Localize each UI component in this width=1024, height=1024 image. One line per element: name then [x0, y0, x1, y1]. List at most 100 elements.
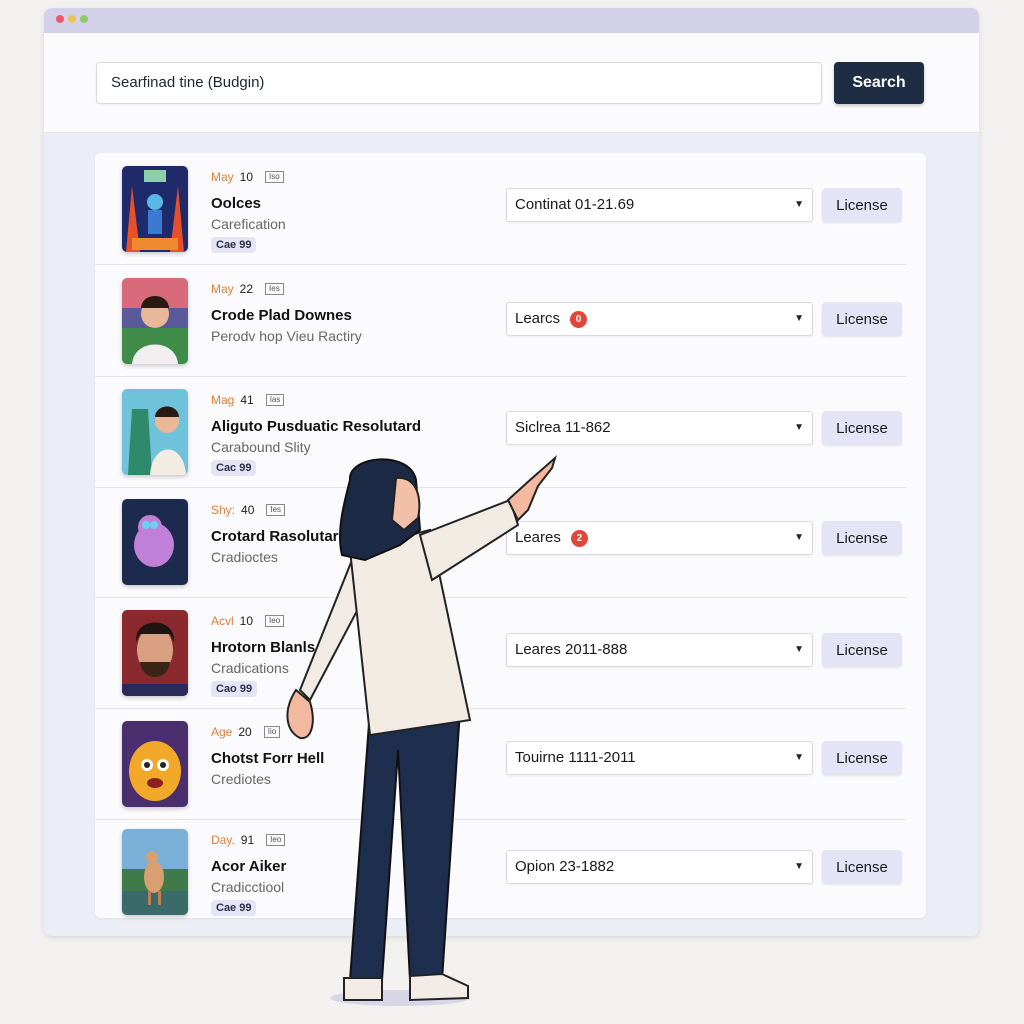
item-meta: Acvl 10 Ieo [211, 614, 285, 628]
item-day: 20 [238, 725, 252, 739]
chevron-down-icon: ▼ [794, 644, 804, 655]
license-option-select[interactable]: Leares 2011-888 ▼ [506, 633, 813, 667]
license-option-select[interactable]: Opion 23-1882 ▼ [506, 850, 813, 884]
license-button[interactable]: License [822, 850, 902, 884]
item-thumbnail-bearded-man[interactable] [122, 610, 188, 696]
item-month: Age [211, 725, 233, 739]
item-tag-icon: Ieo [266, 834, 286, 846]
item-meta: May 10 Iso [211, 170, 284, 184]
item-day: 10 [239, 170, 254, 184]
chevron-down-icon: ▼ [794, 422, 804, 433]
item-month: Acvl [211, 614, 234, 628]
item-chip: Cae 99 [211, 900, 257, 916]
item-meta: Shy: 40 Ies [211, 503, 286, 517]
item-title[interactable]: Acor Aiker [211, 858, 286, 875]
item-title[interactable]: Crotard Rasolutard [211, 528, 348, 545]
maximize-window-button[interactable] [80, 15, 88, 23]
notification-badge: 0 [570, 310, 588, 328]
license-button[interactable]: License [822, 633, 902, 667]
item-chip: Cao 99 [211, 681, 258, 697]
item-meta: Age 20 Iio [211, 725, 281, 739]
select-value: Learcs [515, 310, 561, 327]
chevron-down-icon: ▼ [794, 752, 804, 763]
item-thumbnail-camel-landscape[interactable] [122, 829, 188, 915]
notification-badge: 2 [570, 529, 588, 547]
item-chip: Cac 99 [211, 460, 257, 476]
row-divider [95, 264, 906, 265]
item-tag-icon: Ias [265, 394, 285, 406]
item-subtitle: Carabound Slity [211, 439, 311, 455]
search-header: Searfinad tine (Budgin) Search [44, 33, 979, 133]
results-list: May 10 Iso Oolces Carefication Cae 99 Co… [95, 153, 926, 918]
select-value: Leares 2011-888 [515, 641, 628, 658]
item-thumbnail-boy-plant[interactable] [122, 389, 188, 475]
license-option-select[interactable]: Touirne 1111-2011 ▼ [506, 741, 813, 775]
search-input[interactable]: Searfinad tine (Budgin) [96, 62, 822, 104]
item-meta: Day. 91 Ieo [211, 833, 286, 847]
item-title[interactable]: Oolces [211, 195, 261, 212]
license-button[interactable]: License [822, 411, 902, 445]
item-thumbnail-robot-art[interactable] [122, 166, 188, 252]
list-item: Mag 41 Ias Aliguto Pusduatic Resolutard … [95, 378, 906, 488]
list-item: May 22 Ies Crode Plad Downes Perodv hop … [95, 267, 906, 377]
item-subtitle: Crediotes [211, 771, 271, 787]
row-divider [95, 376, 906, 377]
item-thumbnail-yellow-monster[interactable] [122, 721, 188, 807]
item-tag-icon: Iso [265, 171, 284, 183]
item-day: 91 [240, 833, 255, 847]
item-tag-icon: Ieo [265, 615, 285, 627]
item-meta: Mag 41 Ias [211, 393, 285, 407]
license-option-select[interactable]: Siclrea 11-862 ▼ [506, 411, 813, 445]
item-day: 40 [241, 503, 255, 517]
license-button[interactable]: License [822, 741, 902, 775]
license-button[interactable]: License [822, 521, 902, 555]
item-subtitle: Cradications [211, 660, 289, 676]
item-month: May [211, 282, 234, 296]
item-subtitle: Cradioctes [211, 549, 278, 565]
chevron-down-icon: ▼ [794, 199, 804, 210]
item-chip: Cae 99 [211, 237, 257, 253]
title-bar [44, 8, 979, 33]
minimize-window-button[interactable] [68, 15, 76, 23]
item-tag-icon: Ies [265, 283, 284, 295]
license-option-select[interactable]: Learcs 0 ▼ [506, 302, 813, 336]
item-day: 41 [240, 393, 254, 407]
item-title[interactable]: Hrotorn Blanls [211, 639, 315, 656]
item-thumbnail-man-portrait[interactable] [122, 278, 188, 364]
chevron-down-icon: ▼ [794, 313, 804, 324]
item-subtitle: Cradicctiool [211, 879, 285, 895]
list-item: Shy: 40 Ies Crotard Rasolutard Cradiocte… [95, 488, 906, 598]
item-month: May [211, 170, 234, 184]
item-title[interactable]: Aliguto Pusduatic Resolutard [211, 418, 421, 435]
license-button[interactable]: License [822, 188, 902, 222]
item-day: 10 [239, 614, 254, 628]
row-divider [95, 708, 906, 709]
app-window: Searfinad tine (Budgin) Search May 10 Is… [44, 8, 979, 936]
select-value: Continat 01-21.69 [515, 196, 635, 213]
list-item: Age 20 Iio Chotst Forr Hell Crediotes To… [95, 710, 906, 820]
item-day: 22 [239, 282, 254, 296]
row-divider [95, 597, 906, 598]
select-value: Opion 23-1882 [515, 858, 615, 875]
item-month: Day. [211, 833, 235, 847]
license-option-select[interactable]: Leares 2 ▼ [506, 521, 813, 555]
item-tag-icon: Iio [263, 726, 281, 738]
item-subtitle: Carefication [211, 216, 286, 232]
item-subtitle: Perodv hop Vieu Ractiry [211, 328, 362, 344]
select-value: Siclrea 11-862 [515, 419, 611, 436]
item-tag-icon: Ies [266, 504, 286, 516]
item-thumbnail-pink-creature[interactable] [122, 499, 188, 585]
license-button[interactable]: License [822, 302, 902, 336]
list-item: May 10 Iso Oolces Carefication Cae 99 Co… [95, 155, 906, 265]
chevron-down-icon: ▼ [794, 861, 804, 872]
item-title[interactable]: Chotst Forr Hell [211, 750, 324, 767]
search-button[interactable]: Search [834, 62, 924, 104]
close-window-button[interactable] [56, 15, 64, 23]
select-value: Leares [515, 529, 561, 546]
license-option-select[interactable]: Continat 01-21.69 ▼ [506, 188, 813, 222]
list-item: Acvl 10 Ieo Hrotorn Blanls Cradications … [95, 599, 906, 709]
chevron-down-icon: ▼ [794, 532, 804, 543]
item-meta: May 22 Ies [211, 282, 284, 296]
item-title[interactable]: Crode Plad Downes [211, 307, 352, 324]
item-month: Mag [211, 393, 235, 407]
